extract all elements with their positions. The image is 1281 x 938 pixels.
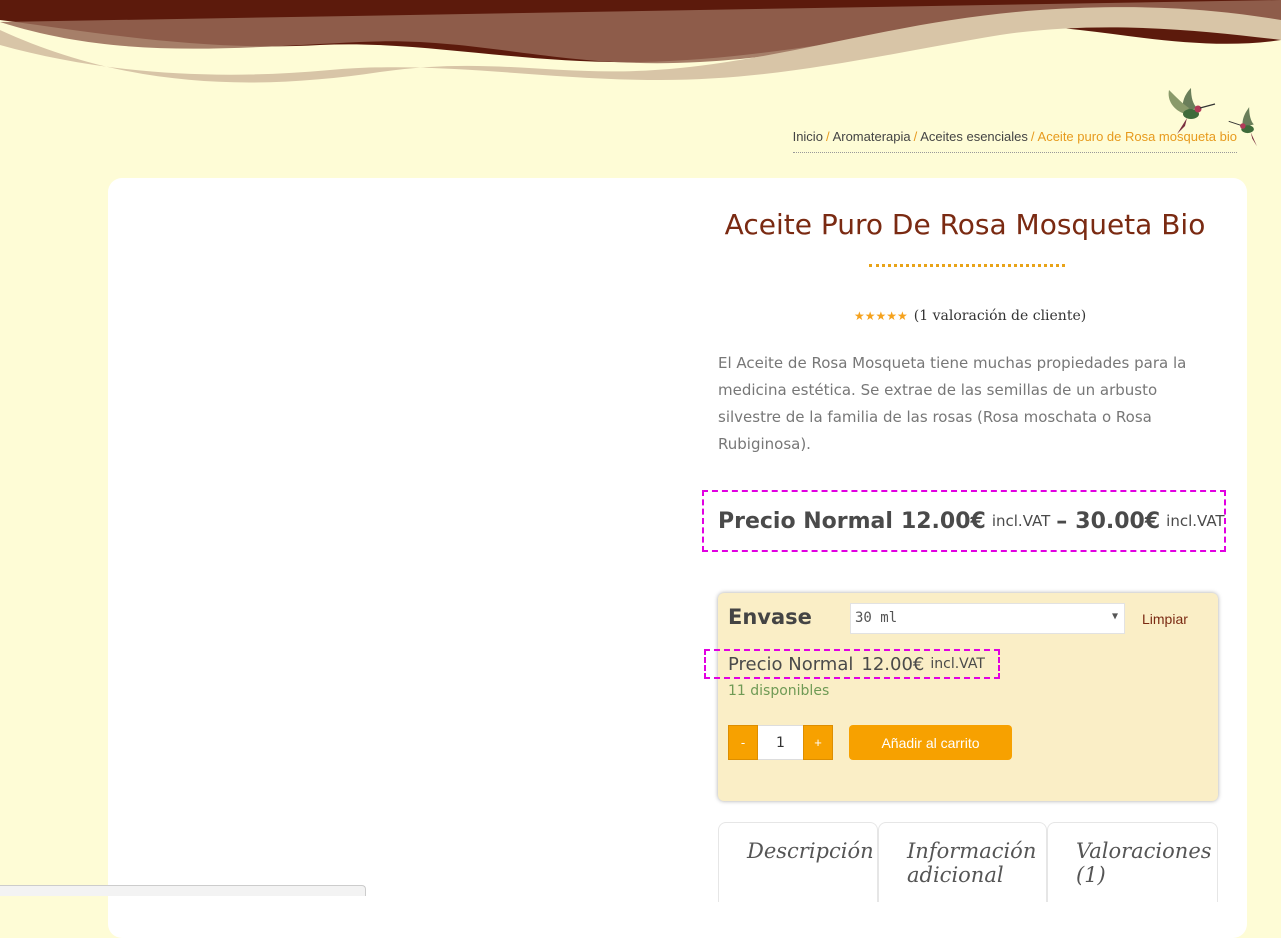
breadcrumb-link-inicio[interactable]: Inicio	[793, 129, 823, 144]
variation-price: Precio Normal 12.00€ incl.VAT	[704, 649, 1000, 679]
product-short-description: El Aceite de Rosa Mosqueta tiene muchas …	[718, 354, 1187, 453]
stock-availability: 11 disponibles	[728, 683, 830, 699]
breadcrumb-link-aceites-esenciales[interactable]: Aceites esenciales	[920, 129, 1028, 144]
price-min-tax: incl.VAT	[991, 512, 1051, 530]
envase-selected-value: 30 ml	[855, 610, 898, 626]
tab-label: Información adicional	[907, 839, 1037, 887]
breadcrumb-separator: /	[913, 129, 918, 144]
caret-down-icon: ▼	[1111, 611, 1118, 622]
quantity-plus-button[interactable]: +	[803, 725, 833, 760]
breadcrumb-link-aromaterapia[interactable]: Aromaterapia	[833, 129, 911, 144]
breadcrumb-current: Aceite puro de Rosa mosqueta bio	[1037, 129, 1237, 144]
header-waves	[0, 0, 1281, 83]
tab-descripcion[interactable]: Descripción	[718, 822, 878, 902]
tab-informacion-adicional[interactable]: Información adicional	[878, 822, 1047, 902]
review-count-link[interactable]: (1 valoración de cliente)	[914, 308, 1086, 324]
quantity-stepper: - 1 +	[728, 725, 833, 760]
breadcrumb-separator: /	[825, 129, 830, 144]
tab-valoraciones[interactable]: Valoraciones (1)	[1047, 822, 1218, 902]
product-title: Aceite Puro De Rosa Mosqueta Bio	[724, 208, 1206, 241]
variation-price-label: Precio Normal	[728, 653, 854, 675]
rating-stars-icon[interactable]: ★★★★★	[854, 309, 908, 323]
variation-label: Envase	[728, 605, 812, 629]
bottom-notice-bar	[0, 885, 366, 896]
breadcrumb-separator: /	[1030, 129, 1035, 144]
quantity-input[interactable]: 1	[758, 725, 803, 760]
price-max: 30.00€	[1075, 508, 1161, 534]
add-to-cart-button[interactable]: Añadir al carrito	[849, 725, 1012, 760]
price-dash: –	[1056, 508, 1068, 534]
clear-variation-link[interactable]: Limpiar	[1142, 611, 1188, 627]
price-min: 12.00€	[900, 508, 986, 534]
price-range-label: Precio Normal	[718, 508, 893, 534]
title-underline	[869, 264, 1065, 267]
tab-label: Descripción	[747, 839, 874, 863]
envase-select[interactable]: 30 ml ▼	[850, 603, 1125, 634]
price-max-tax: incl.VAT	[1166, 512, 1225, 530]
variation-price-tax: incl.VAT	[930, 656, 985, 672]
tab-label: Valoraciones (1)	[1076, 839, 1212, 887]
price-range: Precio Normal 12.00€ incl.VAT – 30.00€ i…	[702, 490, 1226, 552]
variation-form: Envase 30 ml ▼ Limpiar Precio Normal 12.…	[704, 593, 1218, 801]
breadcrumb: Inicio / Aromaterapia / Aceites esenciales / A…	[792, 129, 1237, 153]
variation-price-value: 12.00€	[861, 653, 925, 675]
quantity-minus-button[interactable]: -	[728, 725, 758, 760]
product-rating: ★★★★★ (1 valoración de cliente)	[854, 308, 1086, 324]
